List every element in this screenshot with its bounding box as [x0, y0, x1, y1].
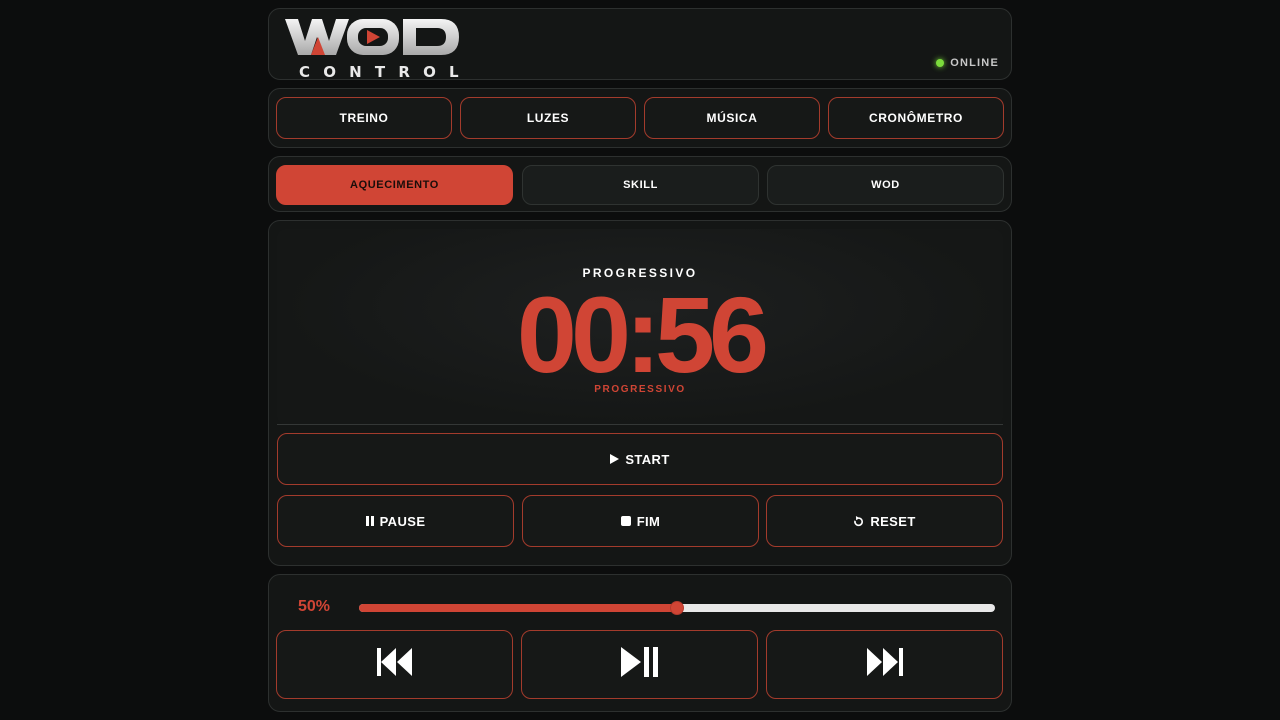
nav-cronometro-button[interactable]: CRONÔMETRO: [828, 97, 1004, 139]
nav-musica-button[interactable]: MÚSICA: [644, 97, 820, 139]
phase-selector: AQUECIMENTO SKILL WOD: [268, 156, 1012, 212]
pause-button-label: PAUSE: [379, 513, 426, 529]
logo-wod-mark: [285, 19, 459, 55]
start-button-label: START: [625, 451, 670, 467]
nav-treino-button[interactable]: TREINO: [276, 97, 452, 139]
phase-skill-button[interactable]: SKILL: [522, 165, 759, 205]
timer-divider: [277, 424, 1003, 425]
connection-status: ONLINE: [936, 57, 999, 69]
volume-slider-thumb[interactable]: [670, 601, 684, 615]
volume-slider-fill: [359, 604, 677, 612]
play-pause-icon: [620, 647, 659, 682]
timer-panel: PROGRESSIVO 00:56 PROGRESSIVO START PAUS…: [268, 220, 1012, 566]
status-text: ONLINE: [950, 57, 999, 69]
reset-button[interactable]: RESET: [766, 495, 1003, 547]
phase-aquecimento-button[interactable]: AQUECIMENTO: [276, 165, 513, 205]
pause-button[interactable]: PAUSE: [277, 495, 514, 547]
wod-control-logo: CONTROL: [285, 17, 461, 80]
nav-luzes-button[interactable]: LUZES: [460, 97, 636, 139]
logo-subtitle: CONTROL: [299, 63, 472, 81]
media-panel: 50%: [268, 574, 1012, 712]
stop-icon: [620, 516, 631, 526]
fim-button[interactable]: FIM: [522, 495, 759, 547]
timer-display: PROGRESSIVO 00:56 PROGRESSIVO: [277, 229, 1003, 425]
play-pause-button[interactable]: [521, 630, 758, 699]
main-nav: TREINO LUZES MÚSICA CRONÔMETRO: [268, 88, 1012, 148]
skip-forward-icon: [866, 648, 903, 681]
header-panel: CONTROL ONLINE: [268, 8, 1012, 80]
volume-slider[interactable]: [359, 601, 995, 615]
next-track-button[interactable]: [766, 630, 1003, 699]
play-icon: [610, 454, 620, 464]
previous-track-button[interactable]: [276, 630, 513, 699]
pause-icon: [365, 516, 374, 526]
status-dot-icon: [936, 59, 945, 67]
timer-mode-subtitle: PROGRESSIVO: [594, 384, 686, 395]
timer-value: 00:56: [516, 274, 769, 395]
volume-value: 50%: [298, 598, 331, 615]
skip-back-icon: [376, 648, 413, 681]
fim-button-label: FIM: [636, 513, 661, 529]
reset-button-label: RESET: [870, 513, 916, 529]
reset-icon: [853, 515, 864, 527]
phase-wod-button[interactable]: WOD: [767, 165, 1004, 205]
start-button[interactable]: START: [277, 433, 1003, 485]
